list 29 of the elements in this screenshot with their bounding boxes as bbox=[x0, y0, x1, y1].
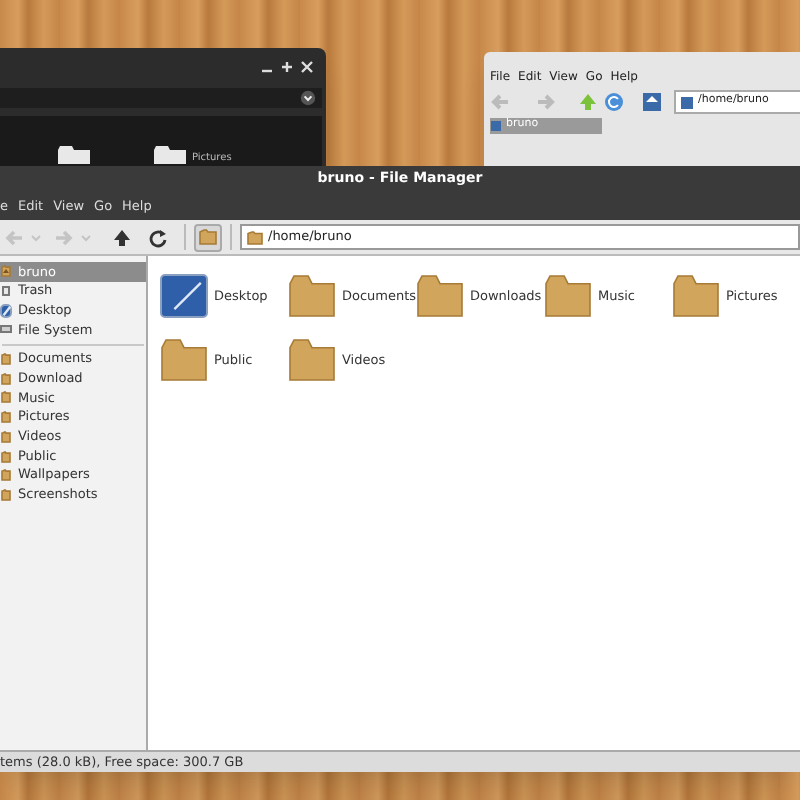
home-folder-icon bbox=[0, 264, 12, 279]
caret-icon bbox=[30, 231, 42, 243]
folder-icon bbox=[152, 144, 188, 164]
drive-icon bbox=[0, 322, 12, 337]
folder-icon bbox=[288, 274, 336, 318]
reload-icon bbox=[604, 92, 624, 112]
folder-icon bbox=[416, 274, 464, 318]
up-button[interactable] bbox=[112, 227, 132, 247]
up-arrow-icon bbox=[578, 92, 598, 112]
forward-arrow-icon bbox=[54, 227, 74, 247]
forward-arrow-icon bbox=[536, 92, 556, 112]
maximize-icon bbox=[280, 59, 294, 73]
chevron-down-icon bbox=[300, 90, 316, 106]
reload-arrow-icon bbox=[148, 227, 168, 247]
home-folder-button[interactable] bbox=[194, 223, 222, 251]
folder-icon bbox=[288, 338, 336, 382]
folder-icon bbox=[160, 338, 208, 382]
close-icon bbox=[300, 59, 314, 73]
folder-icon bbox=[56, 144, 92, 164]
folder-icon bbox=[246, 229, 264, 245]
folder-icon bbox=[544, 274, 592, 318]
up-arrow-icon bbox=[112, 227, 132, 247]
desktop-icon bbox=[0, 303, 12, 318]
back-arrow-icon bbox=[490, 92, 510, 112]
location-dropdown[interactable] bbox=[0, 88, 322, 108]
folder-icon bbox=[672, 274, 720, 318]
caret-icon bbox=[80, 231, 92, 243]
reload-button[interactable] bbox=[148, 227, 168, 247]
desktop-icon bbox=[160, 274, 208, 318]
